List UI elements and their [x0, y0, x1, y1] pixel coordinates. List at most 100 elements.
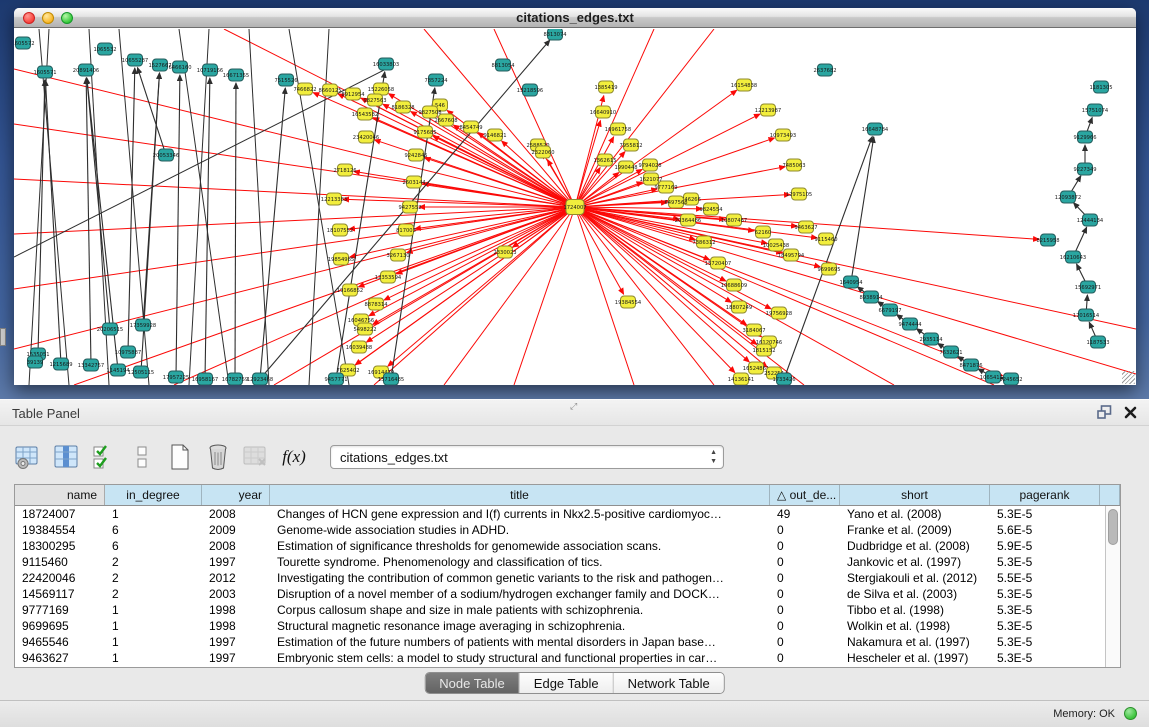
graph-node[interactable]: 16640910 [590, 106, 616, 118]
column-header-outde[interactable]: △ out_de... [770, 485, 840, 505]
graph-node[interactable]: 16033803 [373, 58, 399, 70]
network-window-titlebar[interactable]: citations_edges.txt [14, 8, 1136, 28]
show-column-icon[interactable] [52, 442, 80, 472]
graph-node[interactable]: 14136141 [728, 373, 754, 385]
function-builder-icon[interactable]: f(x) [280, 442, 308, 472]
graph-node[interactable]: 12093872 [1055, 191, 1081, 203]
delete-table-icon[interactable] [242, 442, 270, 472]
table-row[interactable]: 2242004622012Investigating the contribut… [15, 570, 1105, 586]
graph-node[interactable]: 9699695 [817, 263, 840, 275]
graph-node[interactable]: 9824554 [699, 203, 723, 215]
table-row[interactable]: 946554611997Estimation of the future num… [15, 634, 1105, 650]
graph-node[interactable]: 1605572 [14, 37, 35, 49]
graph-node[interactable]: 16039488 [346, 341, 372, 353]
graph-node[interactable]: 20891406 [73, 64, 99, 76]
graph-node[interactable]: 12505115 [128, 366, 154, 378]
graph-node[interactable]: 10973493 [770, 129, 796, 141]
graph-node[interactable]: 9227349 [1073, 163, 1096, 175]
graph-node[interactable]: 17359928 [130, 319, 156, 331]
table-row[interactable]: 1456911722003Disruption of a novel membe… [15, 586, 1105, 602]
graph-node[interactable]: 17957225 [163, 371, 189, 383]
delete-column-icon[interactable] [204, 442, 232, 472]
graph-node[interactable]: 7515526 [274, 74, 297, 86]
column-header-name[interactable]: name [15, 485, 105, 505]
graph-node[interactable]: 15226058 [368, 83, 394, 95]
graph-node[interactable]: 1640954 [839, 276, 863, 288]
close-panel-icon[interactable] [1124, 406, 1137, 419]
network-canvas[interactable]: 1724007746682286601258912954152260589827… [14, 29, 1136, 385]
graph-node[interactable]: 1385419 [594, 81, 617, 93]
graph-node[interactable]: 8215958 [1036, 234, 1059, 246]
graph-node[interactable]: 15751074 [1082, 104, 1109, 116]
graph-node[interactable]: 6466160 [168, 61, 191, 73]
graph-node[interactable]: 8813054 [491, 59, 515, 71]
table-row[interactable]: 911546021997Tourette syndrome. Phenomeno… [15, 554, 1105, 570]
select-all-icon[interactable] [90, 442, 118, 472]
graph-node[interactable]: 1065532 [93, 43, 116, 55]
graph-node[interactable]: 16210643 [1060, 251, 1086, 263]
graph-node[interactable]: 7466822 [293, 83, 316, 95]
graph-node[interactable]: 10655287 [122, 54, 148, 66]
unselect-rows-icon[interactable] [128, 442, 156, 472]
tab-node-table[interactable]: Node Table [425, 673, 520, 693]
graph-node[interactable]: 7857224 [424, 74, 448, 86]
graph-node[interactable]: 15692971 [1075, 281, 1101, 293]
graph-node[interactable]: 1724007 [563, 200, 586, 215]
graph-node[interactable]: 2935114 [919, 333, 943, 345]
graph-node[interactable]: 2603144 [402, 176, 426, 188]
graph-node[interactable]: 7632621 [939, 346, 962, 358]
graph-node[interactable]: 17016514 [1073, 309, 1100, 321]
graph-node[interactable]: 16648784 [862, 123, 889, 135]
graph-node[interactable]: 8313074 [543, 29, 567, 40]
graph-node[interactable]: 1187533 [1086, 336, 1109, 348]
graph-node[interactable]: 16671355 [223, 69, 249, 81]
graph-node[interactable]: 12444134 [1077, 214, 1104, 226]
new-column-icon[interactable] [166, 442, 194, 472]
table-row[interactable]: 1872400712008Changes of HCN gene express… [15, 506, 1105, 522]
graph-node[interactable]: 12975105 [786, 188, 812, 200]
graph-node[interactable]: 7485063 [782, 159, 805, 171]
graph-node[interactable]: 19854985 [328, 253, 354, 265]
panel-resize-handle-icon[interactable]: ⤢ [570, 401, 577, 412]
graph-node[interactable]: 20206515 [97, 323, 123, 335]
graph-node[interactable]: 1605571 [33, 66, 56, 78]
graph-node[interactable]: 7955812 [619, 139, 642, 151]
column-header-title[interactable]: title [270, 485, 770, 505]
graph-node[interactable]: 19756928 [766, 307, 792, 319]
column-header-indegree[interactable]: in_degree [105, 485, 202, 505]
graph-node[interactable]: 13342757 [78, 359, 104, 371]
scrollbar-thumb[interactable] [1108, 509, 1118, 545]
column-header-short[interactable]: short [840, 485, 990, 505]
float-window-icon[interactable] [1097, 405, 1112, 419]
graph-node[interactable]: 16154838 [731, 79, 757, 91]
graph-node[interactable]: 39139 [27, 356, 44, 368]
graph-node[interactable]: 62160 [755, 226, 772, 238]
graph-node[interactable]: 10719166 [197, 64, 223, 76]
graph-node[interactable]: 10807487 [721, 214, 747, 226]
graph-node[interactable]: 20053346 [153, 149, 179, 161]
graph-node[interactable]: 19166852 [337, 284, 363, 296]
graph-node[interactable]: 817003 [396, 224, 416, 236]
table-row[interactable]: 1938455462009Genome-wide association stu… [15, 522, 1105, 538]
table-row[interactable]: 946362711997Embryonic stem cells: a mode… [15, 650, 1105, 666]
graph-node[interactable]: 9115460 [814, 233, 837, 245]
graph-node[interactable]: 3267130 [386, 249, 409, 261]
graph-node[interactable]: 9129966 [1073, 131, 1096, 143]
graph-node[interactable]: 19384554 [615, 296, 642, 308]
graph-node[interactable]: 18107552 [327, 224, 353, 236]
graph-node[interactable]: 9427552 [398, 201, 421, 213]
graph-node[interactable]: 9474444 [898, 318, 922, 330]
graph-node[interactable]: 16782759 [222, 373, 248, 385]
table-selector[interactable]: citations_edges.txt ▲▼ [330, 445, 724, 469]
table-mode-icon[interactable] [14, 442, 42, 472]
graph-node[interactable]: 6679197 [878, 304, 901, 316]
table-row[interactable]: 1830029562008Estimation of significance … [15, 538, 1105, 554]
graph-node[interactable]: 10975887 [115, 346, 141, 358]
window-resize-grip-icon[interactable] [1122, 371, 1135, 384]
tab-network-table[interactable]: Network Table [614, 673, 724, 693]
table-row[interactable]: 977716911998Corpus callosum shape and si… [15, 602, 1105, 618]
column-header-year[interactable]: year [202, 485, 270, 505]
graph-node[interactable]: 15218596 [517, 84, 543, 96]
vertical-scrollbar[interactable] [1105, 506, 1120, 667]
graph-node[interactable]: 2637682 [813, 64, 836, 76]
